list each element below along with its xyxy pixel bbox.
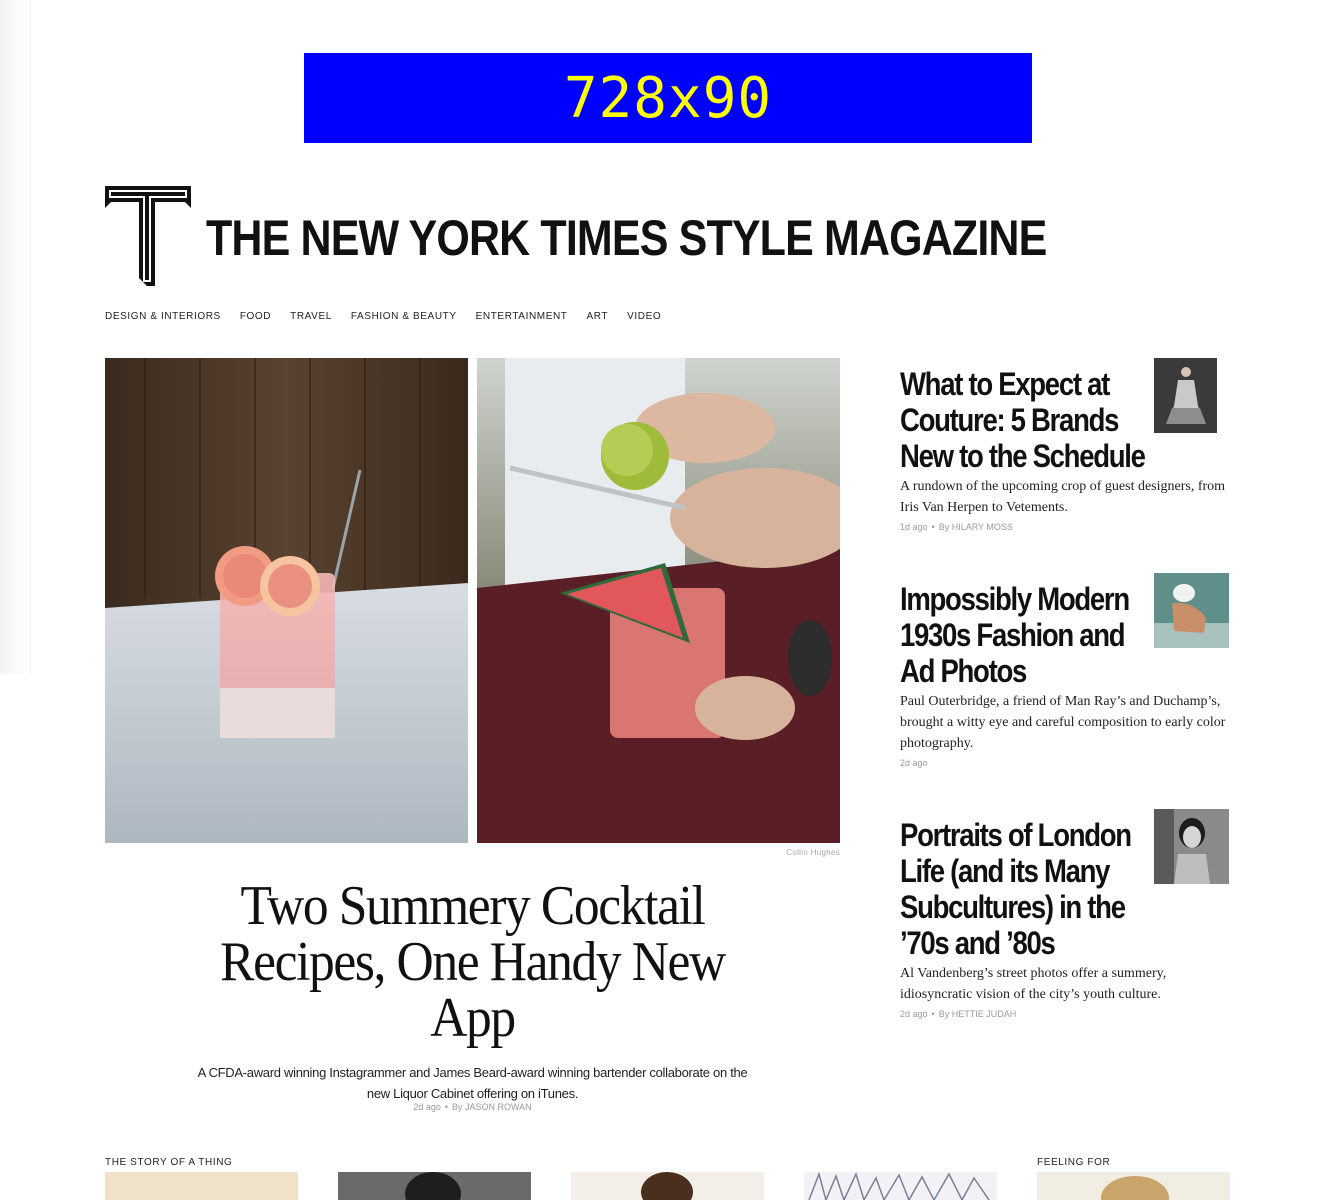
ad-banner-label: 728x90 bbox=[563, 65, 773, 131]
nav-travel[interactable]: TRAVEL bbox=[290, 311, 332, 323]
hero-photo-credit: Collin Hughes bbox=[786, 848, 840, 857]
nav-art[interactable]: ART bbox=[587, 311, 609, 323]
headline-line: Life (and its Many bbox=[900, 853, 1110, 889]
left-panel-edge bbox=[0, 0, 31, 674]
bottom-thumbnail[interactable] bbox=[804, 1172, 997, 1200]
meta-separator: • bbox=[444, 1102, 448, 1112]
bottom-thumbnail[interactable] bbox=[338, 1172, 531, 1200]
story-headline[interactable]: Impossibly Modern 1930s Fashion and Ad P… bbox=[900, 581, 1130, 689]
t-magazine-logo-icon[interactable] bbox=[105, 186, 191, 286]
bottom-thumbnail-art bbox=[1101, 1176, 1169, 1200]
story-byline[interactable]: By HILARY MOSS bbox=[939, 522, 1013, 532]
bottom-thumbnail[interactable] bbox=[105, 1172, 298, 1200]
story-thumbnail[interactable] bbox=[1154, 809, 1229, 884]
meta-separator: • bbox=[931, 522, 935, 532]
headline-line: 1930s Fashion and bbox=[900, 617, 1126, 653]
section-nav: DESIGN & INTERIORS FOOD TRAVEL FASHION &… bbox=[105, 311, 680, 323]
story-summary: Al Vandenberg’s street photos offer a su… bbox=[900, 966, 1167, 1002]
nav-fashion-beauty[interactable]: FASHION & BEAUTY bbox=[351, 311, 457, 323]
nav-design-interiors[interactable]: DESIGN & INTERIORS bbox=[105, 311, 221, 323]
nav-video[interactable]: VIDEO bbox=[627, 311, 661, 323]
story-headline[interactable]: What to Expect at Couture: 5 Brands New … bbox=[900, 366, 1146, 474]
headline-line: What to Expect at bbox=[900, 366, 1110, 402]
hero-image[interactable] bbox=[105, 358, 840, 843]
story-meta: 2d ago bbox=[900, 758, 1230, 768]
bottom-thumbnail[interactable] bbox=[1037, 1172, 1230, 1200]
hero-byline[interactable]: By JASON ROWAN bbox=[452, 1102, 532, 1112]
story-byline[interactable]: By HETTIE JUDAH bbox=[939, 1009, 1017, 1019]
headline-line: New to the Schedule bbox=[900, 438, 1146, 474]
nav-entertainment[interactable]: ENTERTAINMENT bbox=[476, 311, 568, 323]
masthead-title: THE NEW YORK TIMES STYLE MAGAZINE bbox=[206, 210, 1047, 266]
story-meta: 1d ago • By HILARY MOSS bbox=[900, 522, 1230, 532]
masthead[interactable]: THE NEW YORK TIMES STYLE MAGAZINE bbox=[105, 186, 1047, 286]
bottom-thumbnail-art bbox=[405, 1172, 461, 1200]
headline-line: Ad Photos bbox=[900, 653, 1027, 689]
story-headline[interactable]: Portraits of London Life (and its Many S… bbox=[900, 817, 1132, 961]
story-age: 1d ago bbox=[900, 522, 928, 532]
story-thumbnail[interactable] bbox=[1154, 358, 1217, 433]
bottom-thumbnail-art bbox=[641, 1172, 693, 1200]
headline-line: Impossibly Modern bbox=[900, 581, 1130, 617]
headline-line: Subcultures) in the bbox=[900, 889, 1126, 925]
story-age: 2d ago bbox=[900, 1009, 928, 1019]
bottom-thumbnail-art bbox=[808, 1172, 990, 1200]
hero-meta: 2d ago • By JASON ROWAN bbox=[190, 1102, 755, 1112]
hero-headline[interactable]: Two Summery Cocktail Recipes, One Handy … bbox=[213, 878, 733, 1046]
story-summary: A rundown of the upcoming crop of guest … bbox=[900, 479, 1226, 515]
meta-separator: • bbox=[931, 1009, 935, 1019]
hero-summary: A CFDA-award winning Instagrammer and Ja… bbox=[197, 1065, 748, 1101]
ad-banner[interactable]: 728x90 bbox=[304, 53, 1032, 143]
headline-line: Couture: 5 Brands bbox=[900, 402, 1119, 438]
nav-food[interactable]: FOOD bbox=[240, 311, 271, 323]
story-age: 2d ago bbox=[900, 758, 928, 768]
bottom-thumbnail[interactable] bbox=[571, 1172, 764, 1200]
section-label-feeling-for[interactable]: FEELING FOR bbox=[1037, 1157, 1110, 1168]
headline-line: ’70s and ’80s bbox=[900, 925, 1056, 961]
headline-line: Portraits of London bbox=[900, 817, 1132, 853]
story-meta: 2d ago • By HETTIE JUDAH bbox=[900, 1009, 1230, 1019]
story-summary: Paul Outerbridge, a friend of Man Ray’s … bbox=[900, 694, 1226, 751]
story-thumbnail[interactable] bbox=[1154, 573, 1229, 648]
section-label-story-of-a-thing[interactable]: THE STORY OF A THING bbox=[105, 1157, 232, 1168]
hero-age: 2d ago bbox=[413, 1102, 441, 1112]
